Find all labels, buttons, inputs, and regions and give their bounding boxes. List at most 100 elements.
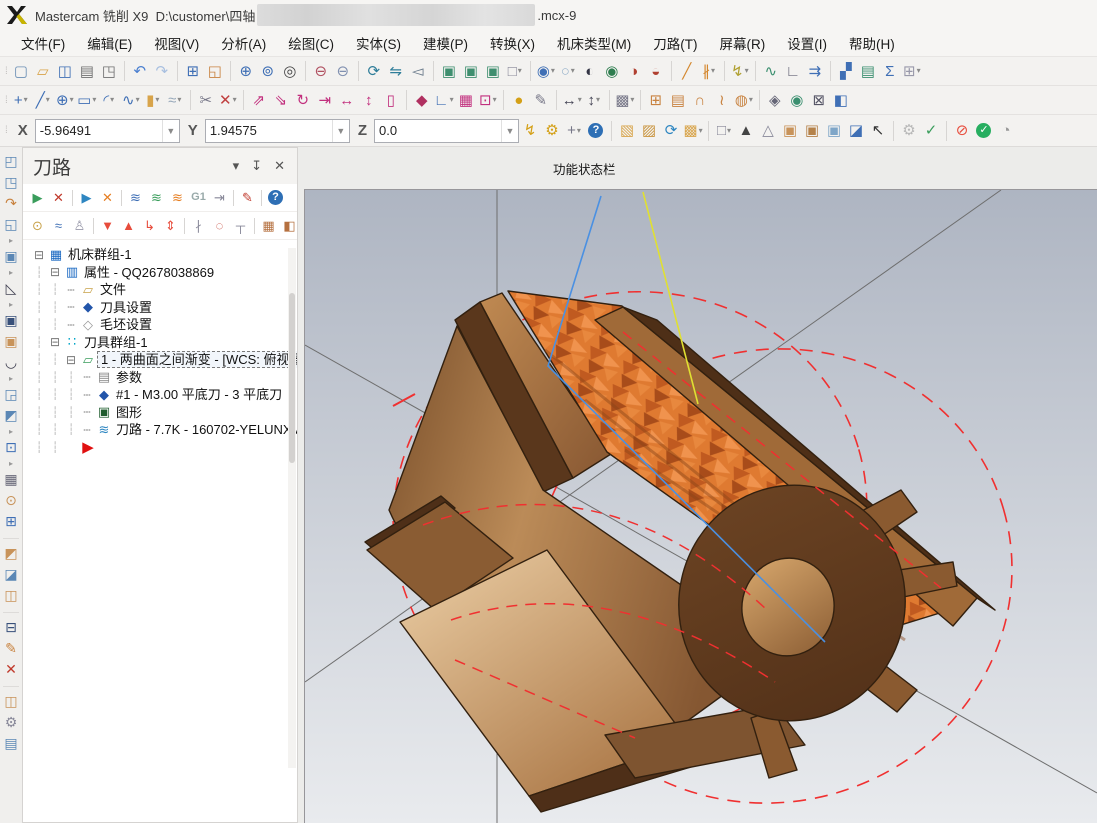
dock-import-solid-icon[interactable]: ◲ <box>1 384 21 404</box>
undo-icon[interactable]: ↶ <box>129 60 151 82</box>
menu-model[interactable]: 建模(P) <box>412 30 479 56</box>
x-dropdown-icon[interactable]: ▼ <box>162 120 179 142</box>
fit-to-screen-icon[interactable]: ⊞ <box>182 60 204 82</box>
menu-settings[interactable]: 设置(I) <box>776 30 838 56</box>
regen-selected-icon[interactable]: ▶ <box>76 188 97 208</box>
create-circle-icon[interactable]: ⊕▾ <box>54 89 76 111</box>
create-line-icon[interactable]: ╱▾ <box>32 89 54 111</box>
hatch-icon[interactable]: ▩▾ <box>614 89 636 111</box>
dock-flyout-icon[interactable]: ▸ <box>1 458 21 468</box>
select-rotate-icon[interactable]: ⟳ <box>660 120 682 142</box>
dock-inspect-box-icon[interactable]: ⊙ <box>1 490 21 510</box>
dock-flyout-icon[interactable]: ▸ <box>1 235 21 245</box>
dock-face-arrow-icon[interactable]: ◪ <box>1 564 21 584</box>
xform-copy-icon[interactable]: ⇘ <box>270 89 292 111</box>
move-insert-icon[interactable]: ↳ <box>139 216 160 236</box>
select-cursor-gear-icon[interactable]: △ <box>757 120 779 142</box>
surface-revolve-icon[interactable]: ∩ <box>689 89 711 111</box>
dock-flyout-icon[interactable]: ▸ <box>1 373 21 383</box>
accept-selection-icon[interactable]: ✓ <box>973 120 995 142</box>
analyze-dimension-icon[interactable]: ∟ <box>782 60 804 82</box>
zoom-out-08-icon[interactable]: ⊖ <box>310 60 332 82</box>
dock-rubik-icon[interactable]: ▦ <box>1 469 21 489</box>
xform-dynamic-icon[interactable]: ◆ <box>411 89 433 111</box>
point-light-icon[interactable]: ● <box>508 89 530 111</box>
pick-solid-face-icon[interactable]: ▣ <box>801 120 823 142</box>
dock-axis-box-icon[interactable]: ◫ <box>1 585 21 605</box>
panel-scrollbar-thumb[interactable] <box>289 293 295 463</box>
display-selected-only-icon[interactable]: ∤ <box>188 216 209 236</box>
dock-export-solid-icon[interactable]: ◰ <box>1 151 21 171</box>
create-point-icon[interactable]: +▾ <box>10 89 32 111</box>
dock-lift-solid-icon[interactable]: ◱ <box>1 214 21 234</box>
tree-node-parameters[interactable]: ┆┆┆┄▤参数 <box>23 369 297 387</box>
dock-gear-box-icon[interactable]: ⚙ <box>1 712 21 732</box>
dock-rotate-solid-icon[interactable]: ◳ <box>1 172 21 192</box>
create-surface-icon[interactable]: ≈▾ <box>164 89 186 111</box>
material-hatch-icon[interactable]: ∦▾ <box>698 60 720 82</box>
dock-flyout-icon[interactable]: ▸ <box>1 299 21 309</box>
gview-wcs-icon[interactable]: ◉▾ <box>535 60 557 82</box>
toolpath-options-icon[interactable]: ≋ <box>167 188 188 208</box>
menu-solids[interactable]: 实体(S) <box>345 30 412 56</box>
dock-bend-arrow-icon[interactable]: ↷ <box>1 193 21 213</box>
redo-icon[interactable]: ↷ <box>151 60 173 82</box>
gnomon-icon[interactable]: +▾ <box>563 120 585 142</box>
tree-node-properties[interactable]: ┆⊟▥属性 - QQ2678038869 <box>23 264 297 282</box>
tree-node-geometry[interactable]: ┆┆┆┄▣图形 <box>23 404 297 422</box>
y-dropdown-icon[interactable]: ▼ <box>332 120 349 142</box>
report-icon[interactable]: ▤ <box>857 60 879 82</box>
stats-icon[interactable]: ▞ <box>835 60 857 82</box>
save-file-icon[interactable]: ◫ <box>54 60 76 82</box>
cancel-selection-icon[interactable]: ⊘ <box>951 120 973 142</box>
graphics-viewport[interactable] <box>305 190 1097 823</box>
clipped-icon[interactable]: ◔ <box>995 120 1017 142</box>
display-options-icon[interactable]: ┬ <box>230 216 251 236</box>
analyze-chain-icon[interactable]: ⇉ <box>804 60 826 82</box>
undo-select-icon[interactable]: ↖ <box>867 120 889 142</box>
tree-insert-marker[interactable]: ┆┆▶ <box>23 439 297 457</box>
surface-swept-icon[interactable]: ≀ <box>711 89 733 111</box>
help-icon[interactable]: ? <box>585 120 607 142</box>
grid-settings-icon[interactable]: ⊞▾ <box>901 60 923 82</box>
create-rectangle-icon[interactable]: ▭▾ <box>76 89 98 111</box>
autocursor-settings-icon[interactable]: ⚙ <box>541 120 563 142</box>
tree-node-tool[interactable]: ┆┆┆┄◆#1 - M3.00 平底刀 - 3 平底刀 <box>23 386 297 404</box>
iso-view-icon[interactable]: ▣ <box>438 60 460 82</box>
tree-node-tool-settings[interactable]: ┆┆┄◆刀具设置 <box>23 299 297 317</box>
open-file-icon[interactable]: ▱ <box>32 60 54 82</box>
solid-fillet-icon[interactable]: ◈ <box>764 89 786 111</box>
tree-collapse-icon[interactable]: ⊟ <box>47 265 63 279</box>
menu-edit[interactable]: 编辑(E) <box>76 30 143 56</box>
dock-book-pencil-icon[interactable]: ✎ <box>1 638 21 658</box>
solid-extrude-icon[interactable]: ◧ <box>830 89 852 111</box>
pan-view-icon[interactable]: ◅ <box>407 60 429 82</box>
pick-back-face-icon[interactable]: ◪ <box>845 120 867 142</box>
y-coordinate-input[interactable] <box>206 121 332 141</box>
verify-icon[interactable]: ✎ <box>237 188 258 208</box>
dock-eye-icon[interactable]: ◡ <box>1 352 21 372</box>
dynamic-rotate-icon[interactable]: ⟳ <box>363 60 385 82</box>
scroll-insert-icon[interactable]: ⇕ <box>160 216 181 236</box>
select-cursor-icon[interactable]: ▲ <box>735 120 757 142</box>
xform-rotate-icon[interactable]: ↻ <box>292 89 314 111</box>
dock-draft-angle-icon[interactable]: ◺ <box>1 278 21 298</box>
shade-off-icon[interactable]: ◐ <box>579 60 601 82</box>
front-view-icon[interactable]: ▣ <box>460 60 482 82</box>
menu-view[interactable]: 视图(V) <box>143 30 210 56</box>
print-preview-icon[interactable]: ◳ <box>98 60 120 82</box>
solid-boolean-icon[interactable]: ⊠ <box>808 89 830 111</box>
toggle-toolpath-display-icon[interactable]: ≈ <box>48 216 69 236</box>
zoom-out-icon[interactable]: ⊖ <box>332 60 354 82</box>
wireframe-view-icon[interactable]: □▾ <box>504 60 526 82</box>
create-fillet-icon[interactable]: ◜▾ <box>98 89 120 111</box>
surface-net-icon[interactable]: ⊞ <box>645 89 667 111</box>
regen-invalid-icon[interactable]: ✕ <box>97 188 118 208</box>
dock-plane-stack-icon[interactable]: ⊟ <box>3 612 19 637</box>
gear-disabled-icon[interactable]: ⚙ <box>898 120 920 142</box>
select-stock-icon[interactable]: ▩▾ <box>682 120 704 142</box>
menu-help[interactable]: 帮助(H) <box>838 30 906 56</box>
zoom-target-icon[interactable]: ⊚ <box>257 60 279 82</box>
print-icon[interactable]: ▤ <box>76 60 98 82</box>
dim-horizontal-icon[interactable]: ↔▾ <box>561 89 583 111</box>
